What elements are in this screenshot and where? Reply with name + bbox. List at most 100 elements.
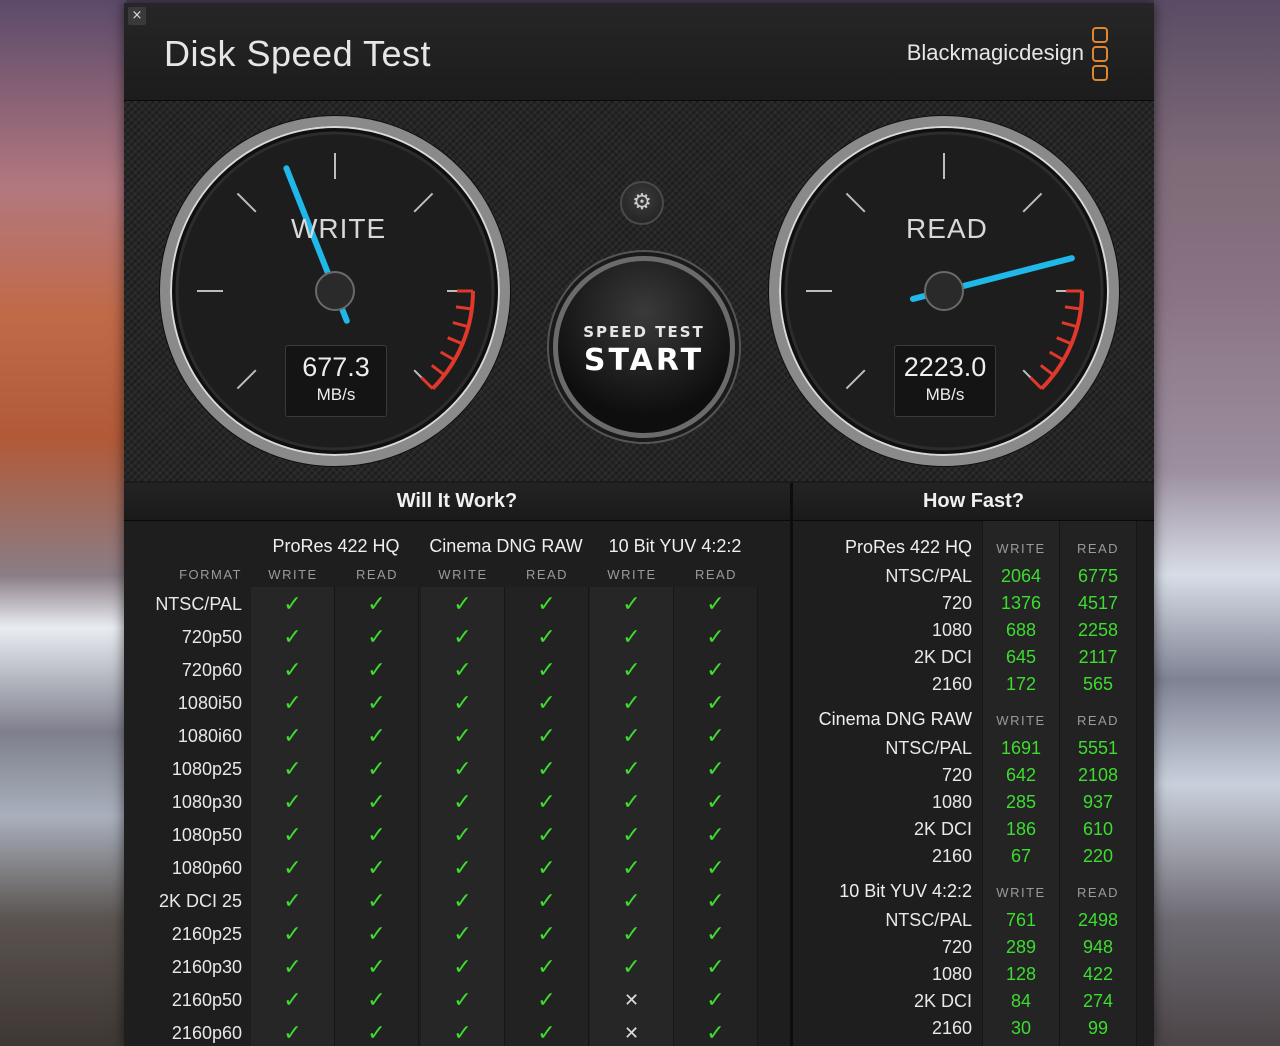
row-format-label: 2160p30 bbox=[171, 957, 242, 977]
check-icon: ✓ bbox=[453, 625, 472, 650]
read-column-header: READ bbox=[1076, 541, 1120, 556]
table-row: 2160 30 99 bbox=[793, 1015, 1154, 1042]
title-bar: × Disk Speed Test Blackmagicdesign bbox=[124, 3, 1154, 101]
check-icon: ✓ bbox=[453, 691, 472, 716]
write-column-header: WRITE bbox=[438, 567, 488, 582]
check-icon: ✓ bbox=[283, 790, 302, 815]
row-format-label: 2K DCI bbox=[913, 819, 972, 839]
check-icon: ✓ bbox=[367, 856, 386, 881]
row-format-label: 1080i50 bbox=[177, 693, 242, 713]
how-fast-group-header: Cinema DNG RAW bbox=[818, 709, 972, 729]
check-icon: ✓ bbox=[706, 889, 725, 914]
row-format-label: 2K DCI bbox=[913, 647, 972, 667]
table-row: 1080p30 ✓ ✓ ✓ ✓ ✓ ✓ bbox=[124, 786, 790, 819]
check-icon: ✓ bbox=[453, 790, 472, 815]
check-icon: ✓ bbox=[537, 790, 556, 815]
write-fps-value: 172 bbox=[1005, 674, 1037, 694]
check-icon: ✓ bbox=[367, 922, 386, 947]
check-icon: ✓ bbox=[706, 592, 725, 617]
check-icon: ✓ bbox=[537, 922, 556, 947]
check-icon: ✓ bbox=[706, 823, 725, 848]
row-format-label: 2160p50 bbox=[171, 990, 242, 1010]
read-fps-value: 422 bbox=[1082, 964, 1114, 984]
row-format-label: 1080 bbox=[931, 620, 972, 640]
check-icon: ✓ bbox=[283, 691, 302, 716]
write-column-header: WRITE bbox=[996, 713, 1046, 728]
check-icon: ✓ bbox=[706, 856, 725, 881]
check-icon: ✓ bbox=[453, 988, 472, 1013]
check-icon: ✓ bbox=[283, 592, 302, 617]
read-gauge-redzone-tick bbox=[1064, 305, 1082, 311]
row-format-label: 1080p50 bbox=[171, 825, 242, 845]
start-button-caption: SPEED TEST bbox=[583, 323, 705, 341]
check-icon: ✓ bbox=[453, 889, 472, 914]
row-format-label: 2K DCI 25 bbox=[158, 891, 242, 911]
check-icon: ✓ bbox=[537, 1021, 556, 1046]
check-icon: ✓ bbox=[622, 658, 641, 683]
read-fps-value: 220 bbox=[1082, 846, 1114, 866]
check-icon: ✓ bbox=[537, 823, 556, 848]
read-gauge-label: READ bbox=[906, 213, 988, 244]
gear-icon[interactable]: ⚙ bbox=[620, 181, 664, 225]
check-icon: ✓ bbox=[367, 790, 386, 815]
row-format-label: 1080p60 bbox=[171, 858, 242, 878]
write-fps-value: 84 bbox=[1010, 991, 1032, 1011]
check-icon: ✓ bbox=[367, 988, 386, 1013]
check-icon: ✓ bbox=[537, 757, 556, 782]
check-icon: ✓ bbox=[283, 823, 302, 848]
compat-group-header: ProRes 422 HQ bbox=[272, 536, 400, 556]
read-fps-value: 610 bbox=[1082, 819, 1114, 839]
row-format-label: 2160 bbox=[931, 674, 972, 694]
check-icon: ✓ bbox=[453, 1021, 472, 1046]
write-column-header: WRITE bbox=[996, 885, 1046, 900]
start-button-label: START bbox=[583, 343, 705, 378]
check-icon: ✓ bbox=[622, 757, 641, 782]
check-icon: ✓ bbox=[453, 922, 472, 947]
table-row: NTSC/PAL 1691 5551 bbox=[793, 735, 1154, 762]
check-icon: ✓ bbox=[453, 823, 472, 848]
read-gauge-hub bbox=[924, 271, 964, 311]
row-format-label: 1080i60 bbox=[177, 726, 242, 746]
table-row: 1080i60 ✓ ✓ ✓ ✓ ✓ ✓ bbox=[124, 720, 790, 753]
write-column-header: WRITE bbox=[607, 567, 657, 582]
format-column-header: FORMAT bbox=[179, 567, 242, 582]
gauge-area: WRITE 677.3 MB/s READ 2223.0 MB/s ⚙ SPEE… bbox=[124, 101, 1154, 481]
start-button[interactable]: SPEED TEST START bbox=[553, 256, 735, 438]
row-format-label: 2160 bbox=[931, 846, 972, 866]
table-row: 1080 128 422 bbox=[793, 961, 1154, 988]
read-speed-unit: MB/s bbox=[925, 385, 965, 404]
row-format-label: 1080 bbox=[931, 964, 972, 984]
table-row: 1080 285 937 bbox=[793, 789, 1154, 816]
write-fps-value: 1376 bbox=[1000, 593, 1042, 613]
brand-name: Blackmagicdesign bbox=[906, 40, 1084, 65]
check-icon: ✓ bbox=[622, 889, 641, 914]
check-icon: ✓ bbox=[367, 1021, 386, 1046]
check-icon: ✓ bbox=[622, 790, 641, 815]
check-icon: ✓ bbox=[453, 856, 472, 881]
table-row: 1080p25 ✓ ✓ ✓ ✓ ✓ ✓ bbox=[124, 753, 790, 786]
row-format-label: NTSC/PAL bbox=[155, 594, 242, 614]
check-icon: ✓ bbox=[283, 625, 302, 650]
read-fps-value: 2258 bbox=[1077, 620, 1119, 640]
check-icon: ✓ bbox=[367, 592, 386, 617]
check-icon: ✓ bbox=[367, 757, 386, 782]
check-icon: ✓ bbox=[367, 625, 386, 650]
read-fps-value: 274 bbox=[1082, 991, 1114, 1011]
check-icon: ✓ bbox=[283, 922, 302, 947]
read-fps-value: 99 bbox=[1087, 1018, 1109, 1038]
table-row: 720p60 ✓ ✓ ✓ ✓ ✓ ✓ bbox=[124, 654, 790, 687]
close-icon[interactable]: × bbox=[128, 7, 146, 25]
row-format-label: 720p60 bbox=[181, 660, 242, 680]
write-fps-value: 688 bbox=[1005, 620, 1037, 640]
write-gauge-redzone-tick bbox=[455, 305, 473, 311]
table-row: 1080i50 ✓ ✓ ✓ ✓ ✓ ✓ bbox=[124, 687, 790, 720]
desktop-wallpaper-right bbox=[1154, 0, 1280, 1046]
write-fps-value: 67 bbox=[1010, 846, 1032, 866]
check-icon: ✓ bbox=[453, 658, 472, 683]
table-row: NTSC/PAL ✓ ✓ ✓ ✓ ✓ ✓ bbox=[124, 588, 790, 621]
cross-icon: ✕ bbox=[623, 1023, 640, 1044]
table-row: 720 642 2108 bbox=[793, 762, 1154, 789]
read-fps-value: 6775 bbox=[1077, 566, 1119, 586]
write-gauge-label: WRITE bbox=[291, 213, 387, 244]
check-icon: ✓ bbox=[622, 922, 641, 947]
